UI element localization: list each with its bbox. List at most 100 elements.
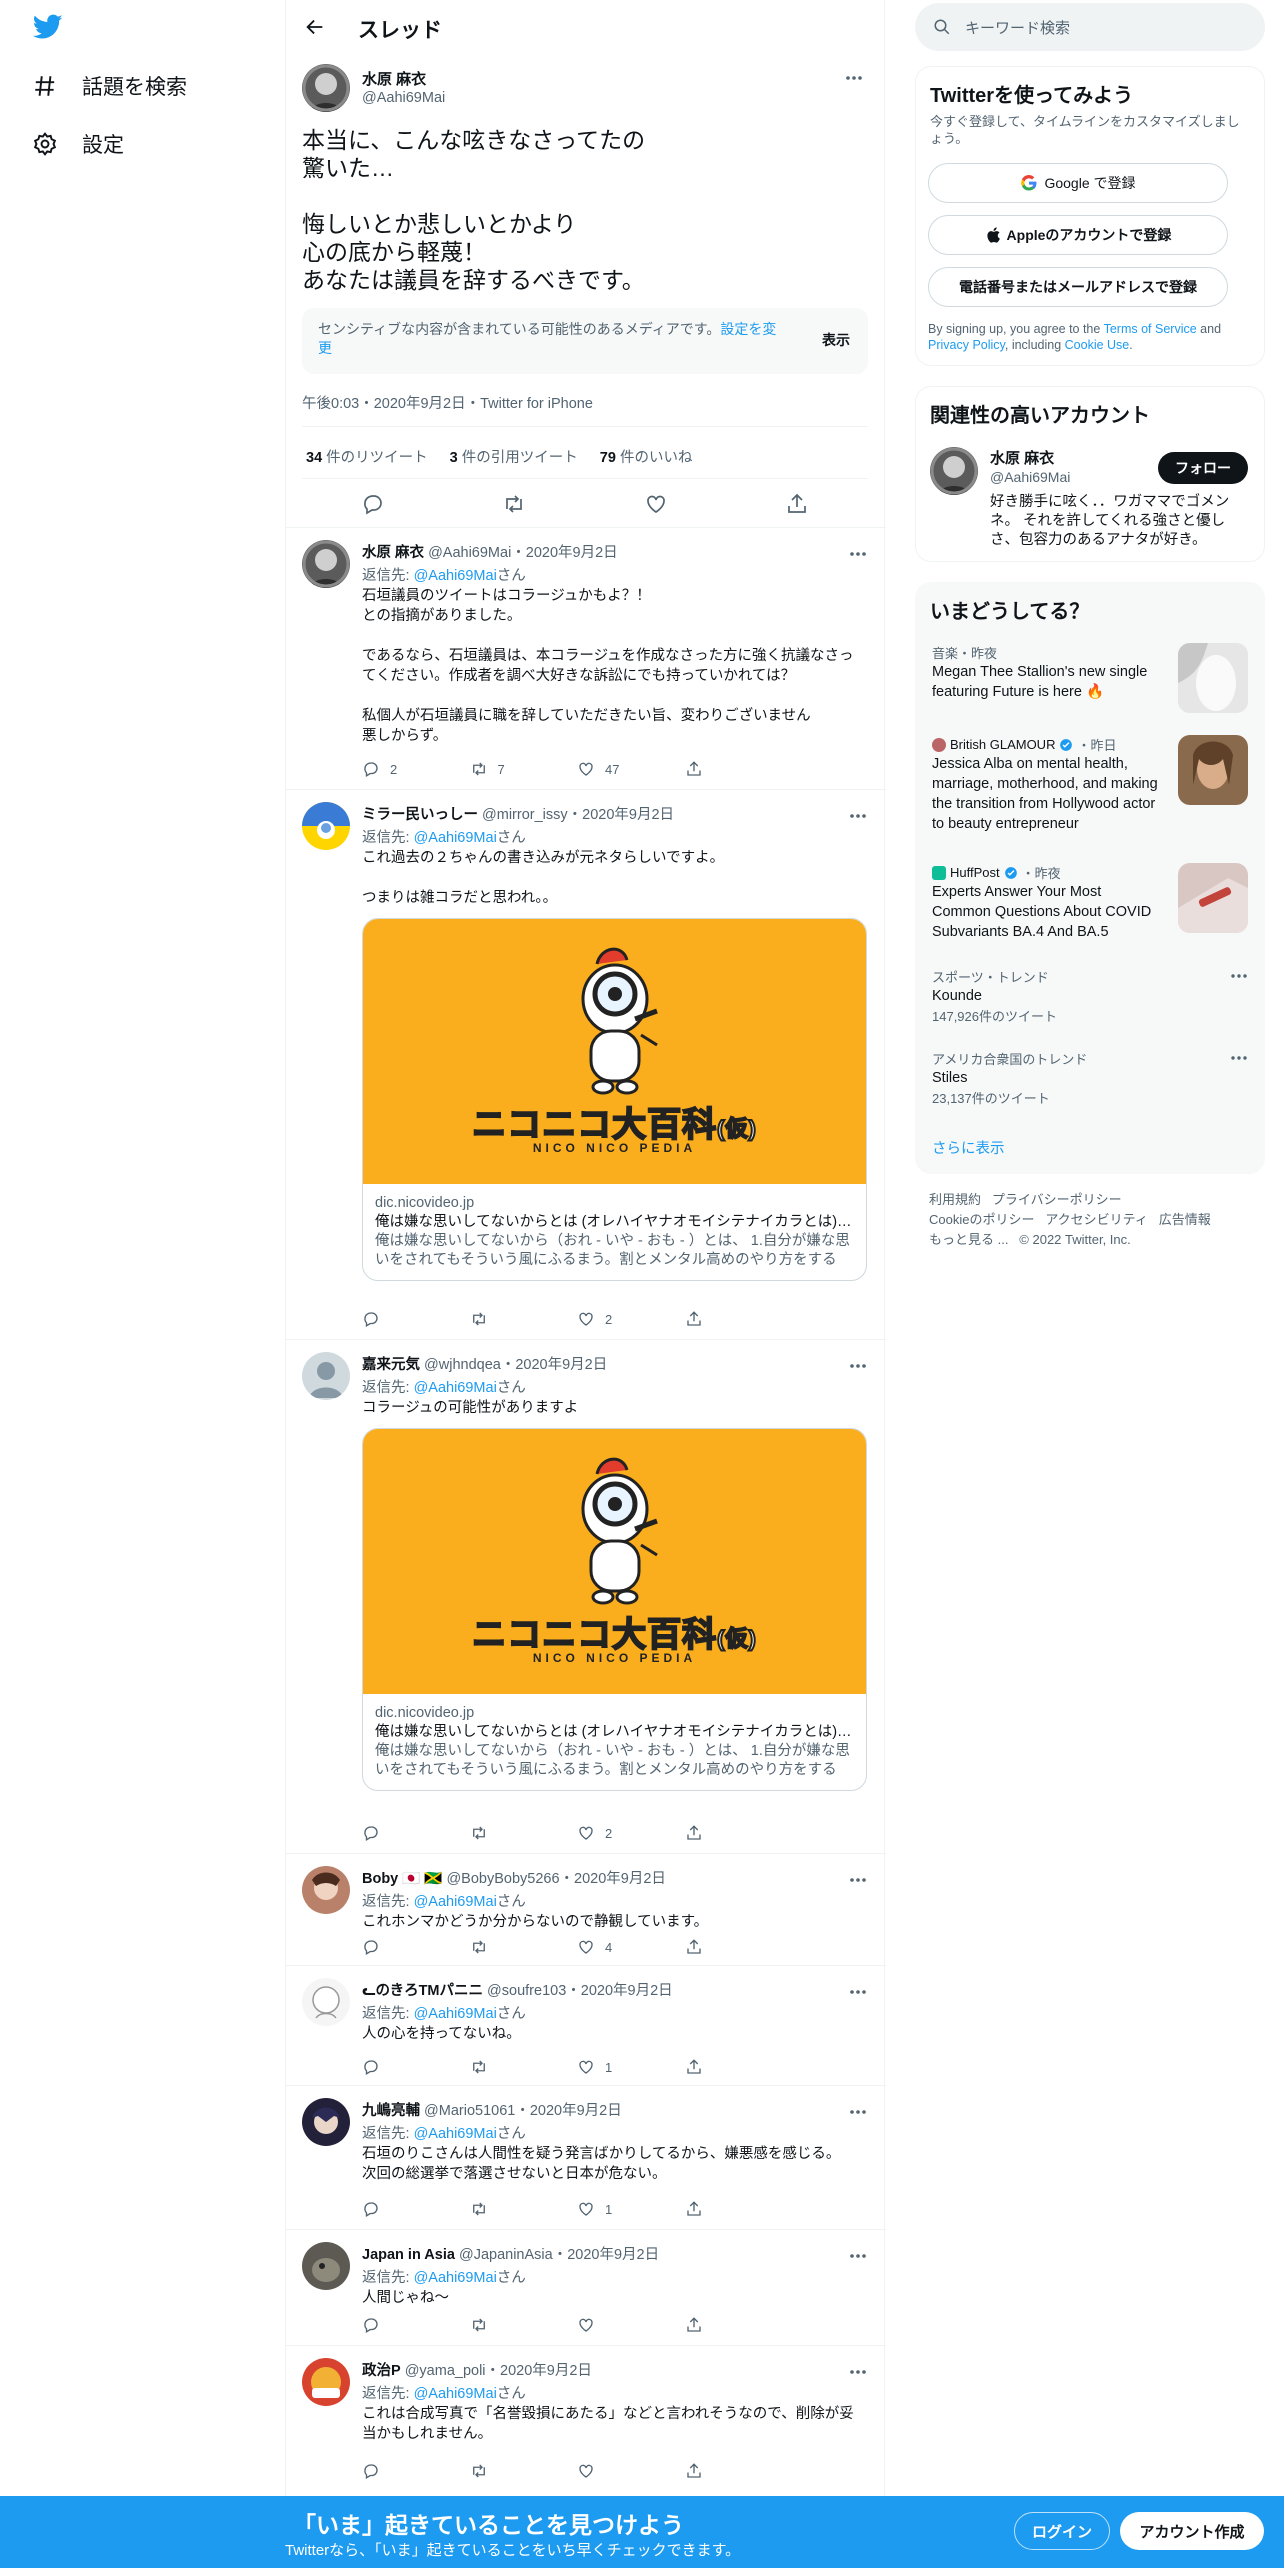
search-bar[interactable]: キーワード検索 [915, 3, 1265, 51]
like-count[interactable]: 79 件のいいね [600, 446, 693, 467]
reply-button[interactable] [362, 1936, 470, 1958]
trend-item[interactable]: 音楽・昨夜 Megan Thee Stallion's new single f… [932, 643, 1162, 702]
author-name[interactable]: 水原 麻衣 [362, 545, 424, 561]
trend-thumbnail[interactable] [1178, 863, 1248, 933]
like-button[interactable] [577, 2314, 685, 2336]
author-name[interactable]: ミラー民いっしー [362, 807, 478, 823]
google-signup-button[interactable]: Google で登録 [928, 163, 1228, 203]
avatar[interactable] [302, 1866, 350, 1914]
more-icon[interactable] [848, 2102, 868, 2122]
author-handle[interactable]: @soufre103 [487, 1983, 566, 1999]
retweet-button[interactable] [470, 2056, 578, 2078]
trend-item[interactable]: スポーツ・トレンド Kounde 147,926件のツイート [932, 967, 1250, 1025]
trend-item[interactable]: HuffPost ・昨夜 Experts Answer Your Most Com… [932, 863, 1162, 942]
avatar[interactable] [302, 1978, 350, 2026]
footer-accessibility-link[interactable]: アクセシビリティ [1045, 1212, 1148, 1227]
author-name[interactable]: 九嶋亮輔 [362, 2103, 420, 2119]
reply-tweet[interactable]: 九嶋亮輔 @Mario51061・2020年9月2日 返信先: @Aahi69Ma… [286, 2086, 886, 2230]
retweet-count[interactable]: 34 件のリツイート [306, 446, 428, 467]
reply-button[interactable]: 2 [362, 758, 470, 780]
like-button[interactable] [577, 2460, 685, 2482]
author-handle[interactable]: @yama_poli [405, 2363, 486, 2379]
author-handle[interactable]: @wjhndqea [424, 1357, 501, 1373]
share-button[interactable] [685, 1308, 793, 1330]
heart-icon[interactable] [644, 492, 668, 516]
reply-tweet[interactable]: ᓚのきろTMパニニ @soufre103・2020年9月2日 返信先: @Aahi… [286, 1966, 886, 2086]
like-button[interactable]: 1 [577, 2056, 685, 2078]
more-icon[interactable] [1230, 973, 1248, 979]
tweet-date[interactable]: 2020年9月2日 [574, 1871, 666, 1887]
share-button[interactable] [685, 2460, 793, 2482]
footer-more-link[interactable]: もっと見る ... [929, 1232, 1008, 1247]
share-icon[interactable] [785, 492, 809, 516]
avatar[interactable] [302, 2098, 350, 2146]
trend-item[interactable]: アメリカ合衆国のトレンド Stiles 23,137件のツイート [932, 1049, 1250, 1107]
reply-button[interactable] [362, 2314, 470, 2336]
related-handle[interactable]: @Aahi69Mai [990, 469, 1070, 485]
show-more-link[interactable]: さらに表示 [932, 1137, 1005, 1158]
show-media-button[interactable]: 表示 [822, 330, 850, 350]
author-name[interactable]: 政治P [362, 2363, 401, 2379]
avatar[interactable] [302, 2242, 350, 2290]
author-name[interactable]: 嘉来元気 [362, 1357, 420, 1373]
trend-thumbnail[interactable] [1178, 735, 1248, 805]
mention-link[interactable]: @Aahi69Mai [414, 2270, 497, 2286]
privacy-link[interactable]: Privacy Policy [928, 338, 1005, 352]
more-icon[interactable] [848, 544, 868, 564]
tweet-date[interactable]: 2020年9月2日 [515, 1357, 607, 1373]
reply-tweet[interactable]: 水原 麻衣 @Aahi69Mai・2020年9月2日 返信先: @Aahi69Ma… [286, 528, 886, 790]
reply-tweet[interactable]: Boby 🇯🇵 🇯🇲 @BobyBoby5266・2020年9月2日 返信先: @… [286, 1854, 886, 1966]
mention-link[interactable]: @Aahi69Mai [414, 1894, 497, 1910]
footer-privacy-link[interactable]: プライバシーポリシー [992, 1192, 1122, 1207]
tweet-timestamp[interactable]: 午後0:03・2020年9月2日・Twitter for iPhone [302, 392, 593, 413]
footer-ads-link[interactable]: 広告情報 [1159, 1212, 1211, 1227]
share-button[interactable] [685, 2056, 793, 2078]
cookie-link[interactable]: Cookie Use [1065, 338, 1130, 352]
more-icon[interactable] [848, 1870, 868, 1890]
mention-link[interactable]: @Aahi69Mai [414, 2126, 497, 2142]
retweet-button[interactable] [470, 2314, 578, 2336]
retweet-button[interactable] [470, 1308, 578, 1330]
like-button[interactable]: 1 [577, 2198, 685, 2220]
retweet-button[interactable] [470, 1822, 578, 1844]
mention-link[interactable]: @Aahi69Mai [414, 2386, 497, 2402]
retweet-button[interactable] [470, 2198, 578, 2220]
link-card[interactable]: ニコニコ大百科(仮) NICO NICO PEDIA dic.nicovideo.j… [362, 1428, 867, 1791]
share-button[interactable] [685, 2314, 793, 2336]
footer-terms-link[interactable]: 利用規約 [929, 1192, 981, 1207]
like-button[interactable]: 2 [577, 1822, 685, 1844]
retweet-button[interactable] [470, 2460, 578, 2482]
login-button[interactable]: ログイン [1014, 2512, 1110, 2550]
retweet-button[interactable]: 7 [470, 758, 578, 780]
trend-thumbnail[interactable] [1178, 643, 1248, 713]
mention-link[interactable]: @Aahi69Mai [414, 568, 497, 584]
like-button[interactable]: 4 [577, 1936, 685, 1958]
tweet-date[interactable]: 2020年9月2日 [581, 1983, 673, 1999]
link-card[interactable]: ニコニコ大百科(仮) NICO NICO PEDIA dic.nicovideo.j… [362, 918, 867, 1281]
reply-tweet[interactable]: ミラー民いっしー @mirror_issy・2020年9月2日 返信先: @Aah… [286, 790, 886, 1340]
author-handle[interactable]: @JapaninAsia [459, 2247, 553, 2263]
share-button[interactable] [685, 758, 793, 780]
author-name[interactable]: Boby 🇯🇵 🇯🇲 [362, 1871, 442, 1887]
author-handle[interactable]: @Mario51061 [424, 2103, 515, 2119]
reply-tweet[interactable]: 政治P @yama_poli・2020年9月2日 返信先: @Aahi69Maiさ… [286, 2346, 886, 2500]
twitter-logo-icon[interactable] [33, 14, 63, 40]
share-button[interactable] [685, 1822, 793, 1844]
mention-link[interactable]: @Aahi69Mai [414, 1380, 497, 1396]
terms-link[interactable]: Terms of Service [1104, 322, 1197, 336]
author-handle[interactable]: @mirror_issy [482, 807, 568, 823]
author-name[interactable]: ᓚのきろTMパニニ [362, 1983, 483, 1999]
retweet-button[interactable] [470, 1936, 578, 1958]
author-handle[interactable]: @Aahi69Mai [362, 90, 445, 106]
tweet-date[interactable]: 2020年9月2日 [526, 545, 618, 561]
avatar[interactable] [302, 540, 350, 588]
footer-cookie-link[interactable]: Cookieのポリシー [929, 1212, 1034, 1227]
more-icon[interactable] [1230, 1055, 1248, 1061]
trend-item[interactable]: British GLAMOUR ・昨日 Jessica Alba on menta… [932, 735, 1162, 834]
nav-explore[interactable]: 話題を検索 [32, 71, 187, 101]
signup-button[interactable]: アカウント作成 [1120, 2512, 1264, 2550]
more-icon[interactable] [848, 1356, 868, 1376]
reply-button[interactable] [362, 2056, 470, 2078]
like-button[interactable]: 2 [577, 1308, 685, 1330]
avatar[interactable] [302, 802, 350, 850]
